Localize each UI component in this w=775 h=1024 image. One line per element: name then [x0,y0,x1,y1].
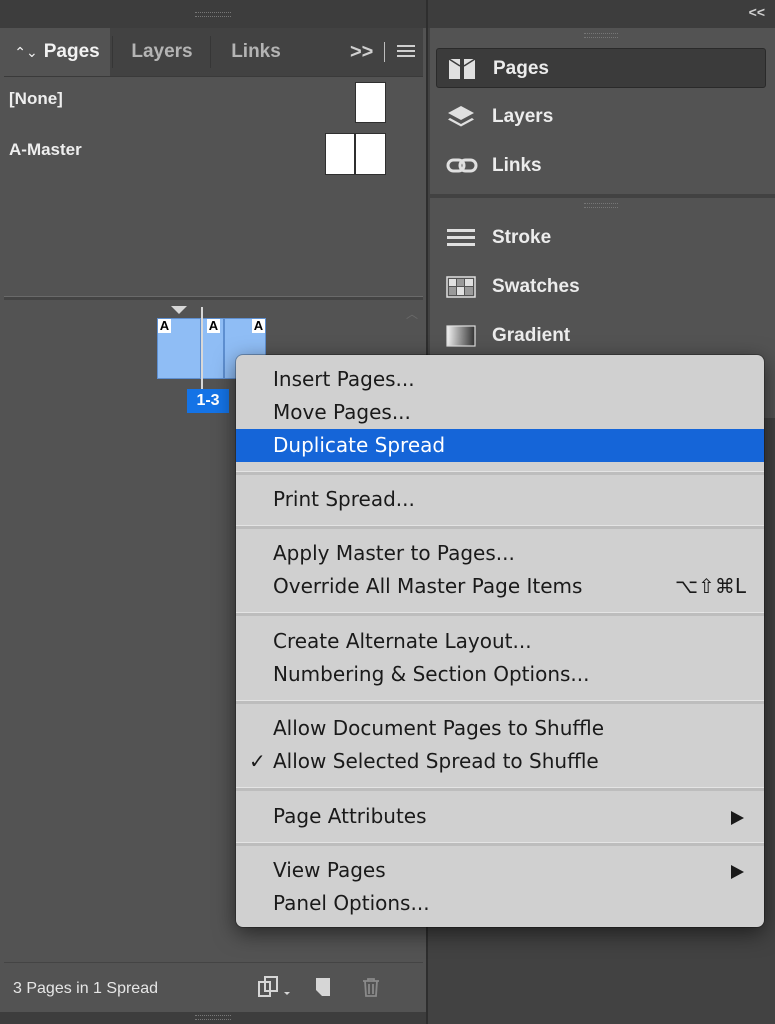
menu-item-panel-options[interactable]: Panel Options... [236,887,764,920]
dock-item-stroke[interactable]: Stroke [436,218,766,258]
spread-spine-line [201,307,203,393]
tab-layers-label: Layers [131,41,193,62]
pages-panel-context-menu: Insert Pages... Move Pages... Duplicate … [236,355,764,927]
menu-separator [236,471,764,475]
menu-item-override-master-items[interactable]: Override All Master Page Items ⌥⇧⌘L [236,570,764,603]
menu-item-shortcut: ⌥⇧⌘L [675,574,746,598]
dock-group-pages: Pages Layers Links [430,28,775,194]
dock-item-swatches[interactable]: Swatches [436,267,766,307]
tab-links-label: Links [231,41,281,62]
menu-item-label: Override All Master Page Items [273,574,583,598]
menu-separator [236,612,764,616]
menu-separator [236,700,764,704]
master-none-label[interactable]: [None] [9,89,63,109]
master-a-label[interactable]: A-Master [9,140,82,160]
dock-group-grip[interactable] [584,33,618,38]
menu-item-label: Duplicate Spread [273,433,446,457]
sort-arrows-icon: ⌃⌄ [14,44,38,60]
stroke-icon [446,225,476,251]
menu-item-label: Panel Options... [273,891,430,915]
gradient-icon [446,323,476,349]
menu-item-insert-pages[interactable]: Insert Pages... [236,363,764,396]
menu-item-label: Numbering & Section Options... [273,662,590,686]
panel-grip[interactable] [195,12,231,17]
menu-item-label: Allow Document Pages to Shuffle [273,716,605,740]
menu-item-move-pages[interactable]: Move Pages... [236,396,764,429]
menu-item-duplicate-spread[interactable]: Duplicate Spread [236,429,764,462]
menu-item-label: Page Attributes [273,804,427,828]
menu-item-label: Create Alternate Layout... [273,629,532,653]
menu-item-label: Insert Pages... [273,367,415,391]
dock-item-pages[interactable]: Pages [436,48,766,88]
menu-item-label: View Pages [273,858,386,882]
swatches-icon [446,274,476,300]
tab-pages[interactable]: ⌃⌄ Pages [4,28,110,76]
dock-label-swatches: Swatches [492,276,580,297]
masters-section: [None] A-Master [4,77,423,295]
collapse-dock-button[interactable]: << [749,4,765,20]
tab-divider [210,36,211,68]
panel-grip[interactable] [195,1015,231,1020]
new-page-icon[interactable] [312,976,334,998]
submenu-arrow-icon [731,811,744,825]
submenu-arrow-icon [731,865,744,879]
menu-item-allow-spread-shuffle[interactable]: ✓ Allow Selected Spread to Shuffle [236,745,764,778]
document-page-thumbnail[interactable]: A [202,318,224,379]
dock-item-gradient[interactable]: Gradient [436,316,766,356]
scroll-up-icon[interactable]: ︿ [406,305,418,322]
panel-title-strip [0,0,426,28]
master-a-thumbnail-left[interactable] [325,133,355,175]
menu-item-numbering-section-options[interactable]: Numbering & Section Options... [236,658,764,691]
menu-item-print-spread[interactable]: Print Spread... [236,483,764,516]
page-master-prefix: A [158,318,171,333]
menu-separator [236,787,764,791]
dock-label-pages: Pages [493,58,549,79]
tab-links[interactable]: Links [212,28,300,76]
spread-number-label[interactable]: 1-3 [187,389,229,413]
tab-pages-label: Pages [43,41,100,62]
edit-page-size-icon[interactable] [258,976,290,998]
checkmark-icon: ✓ [249,749,266,773]
menu-item-apply-master[interactable]: Apply Master to Pages... [236,537,764,570]
panel-status-bar: 3 Pages in 1 Spread [4,962,423,1013]
dock-item-links[interactable]: Links [436,146,766,186]
layers-icon [446,104,476,130]
menu-item-view-pages[interactable]: View Pages [236,854,764,887]
tab-layers[interactable]: Layers [114,28,210,76]
dock-item-layers[interactable]: Layers [436,97,766,137]
pages-icon [447,56,477,82]
menu-separator [236,525,764,529]
menu-item-allow-document-shuffle[interactable]: Allow Document Pages to Shuffle [236,712,764,745]
links-icon [446,153,478,179]
page-count-status: 3 Pages in 1 Spread [13,980,158,997]
tab-bar-divider [384,42,385,62]
master-none-thumbnail[interactable] [355,82,386,123]
document-page-thumbnail[interactable]: A [157,318,201,379]
page-master-prefix: A [252,318,265,333]
dock-group-grip[interactable] [584,203,618,208]
dock-header: << [428,0,775,28]
trash-icon[interactable] [360,976,382,998]
tab-divider [112,36,113,68]
master-a-thumbnail-right[interactable] [355,133,386,175]
menu-item-label: Apply Master to Pages... [273,541,515,565]
menu-item-label: Allow Selected Spread to Shuffle [273,749,599,773]
panel-menu-icon[interactable] [397,45,415,59]
panel-bottom-strip [0,1012,426,1024]
more-tabs-button[interactable]: >> [350,28,373,76]
dock-label-stroke: Stroke [492,227,552,248]
panel-tab-bar: ⌃⌄ Pages Layers Links >> [4,28,423,77]
dock-label-links: Links [492,155,542,176]
dock-label-layers: Layers [492,106,554,127]
dock-label-gradient: Gradient [492,325,571,346]
page-master-prefix: A [207,318,220,333]
menu-item-label: Print Spread... [273,487,415,511]
menu-item-page-attributes[interactable]: Page Attributes [236,800,764,833]
menu-item-label: Move Pages... [273,400,411,424]
shuffle-insert-marker-icon [171,306,187,314]
menu-item-create-alternate-layout[interactable]: Create Alternate Layout... [236,625,764,658]
menu-separator [236,842,764,846]
